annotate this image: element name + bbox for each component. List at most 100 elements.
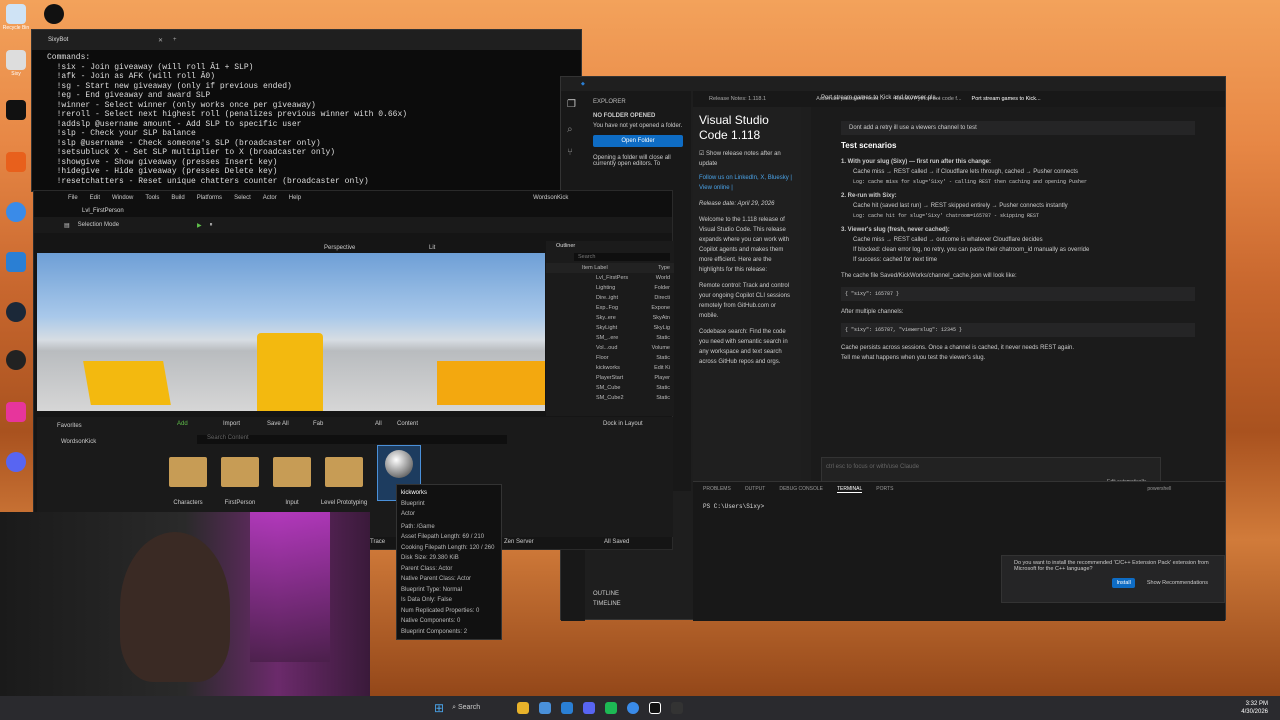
perspective-dropdown[interactable]: Perspective bbox=[324, 245, 355, 251]
favorites-section[interactable]: Favorites bbox=[57, 423, 82, 429]
source-control-icon[interactable]: ⑂ bbox=[561, 141, 585, 164]
menu-actor[interactable]: Actor bbox=[263, 195, 277, 201]
folder-characters[interactable] bbox=[169, 457, 207, 487]
breadcrumb-all[interactable]: All bbox=[375, 421, 382, 427]
desktop-icon-windows[interactable] bbox=[2, 98, 30, 138]
dock-layout-button[interactable]: Dock in Layout bbox=[603, 421, 643, 427]
vscode-icon[interactable] bbox=[561, 702, 574, 714]
folder-firstperson[interactable] bbox=[221, 457, 259, 487]
clock[interactable]: 3:32 PM 4/30/2026 bbox=[1241, 700, 1268, 716]
outliner-row[interactable]: Floor Static bbox=[546, 353, 674, 363]
terminal-icon[interactable] bbox=[671, 702, 684, 714]
save-all-button[interactable]: Save All bbox=[267, 421, 289, 427]
folder-input[interactable] bbox=[273, 457, 311, 487]
outliner-row[interactable]: Dire..ight Directi bbox=[546, 293, 674, 303]
unreal-icon[interactable] bbox=[649, 702, 662, 714]
desktop-icon-sixy[interactable]: Sixy bbox=[2, 48, 30, 88]
sixybot-tab[interactable]: SixyBot bbox=[48, 37, 158, 43]
tab-release-notes[interactable]: Release Notes: 1.118.1 bbox=[709, 96, 766, 102]
new-tab-icon[interactable]: + bbox=[173, 37, 177, 43]
outliner-row[interactable]: Sky..ere SkyAtn bbox=[546, 313, 674, 323]
search-icon[interactable]: ⌕ bbox=[561, 118, 585, 141]
menu-select[interactable]: Select bbox=[234, 195, 251, 201]
tab-ports[interactable]: PORTS bbox=[876, 486, 893, 493]
play-icon[interactable]: ▶ bbox=[197, 222, 202, 229]
discord-icon[interactable] bbox=[583, 702, 596, 714]
timeline-section[interactable]: TIMELINE bbox=[593, 601, 621, 607]
files-icon[interactable]: ❐ bbox=[561, 91, 585, 118]
install-button[interactable]: Install bbox=[1112, 578, 1135, 588]
outliner-row[interactable]: SM_Cube2 Static bbox=[546, 393, 674, 403]
yellow-block-left bbox=[83, 361, 171, 405]
menu-help[interactable]: Help bbox=[289, 195, 301, 201]
project-root[interactable]: WordsonKick bbox=[61, 439, 96, 445]
yellow-block-right bbox=[437, 361, 545, 405]
menu-window[interactable]: Window bbox=[112, 195, 133, 201]
show-release-checkbox[interactable]: ☑ Show release notes after an update bbox=[699, 149, 795, 169]
import-button[interactable]: Import bbox=[223, 421, 240, 427]
terminal-prompt[interactable]: PS C:\Users\Sixy> bbox=[693, 497, 1225, 516]
file-explorer-icon[interactable] bbox=[517, 702, 530, 714]
tab-debug-console[interactable]: DEBUG CONSOLE bbox=[779, 486, 823, 493]
desktop-icon-elgato[interactable] bbox=[2, 400, 30, 440]
menu-build[interactable]: Build bbox=[171, 195, 184, 201]
outliner-row[interactable]: Lvl_FirstPers World bbox=[546, 273, 674, 283]
selection-mode-dropdown[interactable]: Selection Mode bbox=[78, 222, 119, 228]
outliner-row[interactable]: Vol...oud Volume bbox=[546, 343, 674, 353]
menu-file[interactable]: File bbox=[68, 195, 78, 201]
menu-edit[interactable]: Edit bbox=[90, 195, 100, 201]
follow-links[interactable]: Follow us on LinkedIn, X, Bluesky | View… bbox=[699, 173, 795, 193]
tab-output[interactable]: OUTPUT bbox=[745, 486, 766, 493]
level-viewport[interactable] bbox=[37, 253, 545, 411]
notification-text: Do you want to install the recommended '… bbox=[1014, 560, 1209, 572]
trace-button[interactable]: Trace bbox=[370, 539, 385, 545]
level-tab[interactable]: Lvl_FirstPerson bbox=[34, 205, 672, 217]
edge-icon[interactable] bbox=[539, 702, 552, 714]
content-search[interactable]: Search Content bbox=[197, 435, 507, 444]
outliner-row[interactable]: kickworks Edit Ki bbox=[546, 363, 674, 373]
lit-dropdown[interactable]: Lit bbox=[429, 245, 435, 251]
fab-button[interactable]: Fab bbox=[313, 421, 323, 427]
desktop-icon-obs[interactable] bbox=[2, 348, 30, 388]
add-button[interactable]: Add bbox=[177, 421, 188, 427]
chrome-icon bbox=[6, 202, 26, 222]
outline-section[interactable]: OUTLINE bbox=[593, 591, 619, 597]
outliner-row[interactable]: SkyLight SkyLig bbox=[546, 323, 674, 333]
release-bullet-remote: Remote control: Track and control your o… bbox=[699, 283, 791, 319]
tab-terminal[interactable]: TERMINAL bbox=[836, 486, 863, 493]
menu-platforms[interactable]: Platforms bbox=[197, 195, 222, 201]
zen-server-status[interactable]: Zen Server bbox=[504, 539, 534, 545]
outliner-row[interactable]: SM_Cube Static bbox=[546, 383, 674, 393]
desktop-icon-recycle-bin[interactable]: Recycle Bin bbox=[2, 2, 30, 42]
sixybot-window: SixyBot ✕ + Commands: !six - Join giveaw… bbox=[31, 29, 582, 192]
show-recommendations-button[interactable]: Show Recommendations bbox=[1143, 578, 1212, 588]
scenario-1b: Log: cache miss for slug='Sixy' - callin… bbox=[853, 179, 1088, 185]
outliner-row[interactable]: PlayerStart Player bbox=[546, 373, 674, 383]
folder-label: Characters bbox=[173, 500, 203, 506]
chrome-icon[interactable] bbox=[627, 702, 640, 714]
desktop-icon-vs[interactable] bbox=[2, 250, 30, 290]
tooltip-line: Path: /Game bbox=[401, 523, 435, 530]
desktop-icon-unreal-engine[interactable] bbox=[2, 150, 30, 190]
breadcrumb-content[interactable]: Content bbox=[397, 421, 418, 427]
tab-port-stream[interactable]: Port stream games to Kick... bbox=[972, 96, 1041, 102]
desktop-icon-chrome[interactable] bbox=[2, 200, 30, 240]
outliner-row[interactable]: Lighting Folder bbox=[546, 283, 674, 293]
open-folder-button[interactable]: Open Folder bbox=[593, 135, 683, 147]
desktop-icon-discord[interactable] bbox=[2, 450, 30, 490]
windows-start-icon[interactable]: ⊞ bbox=[434, 701, 444, 715]
spotify-icon[interactable] bbox=[605, 702, 618, 714]
outliner-row[interactable]: Exp..Fog Expone bbox=[546, 303, 674, 313]
pause-icon[interactable]: ⏸ bbox=[210, 222, 213, 229]
shell-label[interactable]: powershell bbox=[1147, 486, 1171, 493]
outliner-search[interactable]: Search bbox=[574, 253, 670, 261]
desktop-icon-steam[interactable] bbox=[2, 300, 30, 340]
folder-label: FirstPerson bbox=[224, 500, 256, 506]
tab-problems[interactable]: PROBLEMS bbox=[703, 486, 731, 493]
outliner-row[interactable]: SM_..ere Static bbox=[546, 333, 674, 343]
folder-levelprototyping[interactable] bbox=[325, 457, 363, 487]
save-icon[interactable]: ▤ bbox=[64, 222, 70, 229]
taskbar-search[interactable]: ⌕ Search bbox=[452, 704, 512, 712]
menu-tools[interactable]: Tools bbox=[145, 195, 159, 201]
close-icon[interactable]: ✕ bbox=[158, 37, 163, 44]
